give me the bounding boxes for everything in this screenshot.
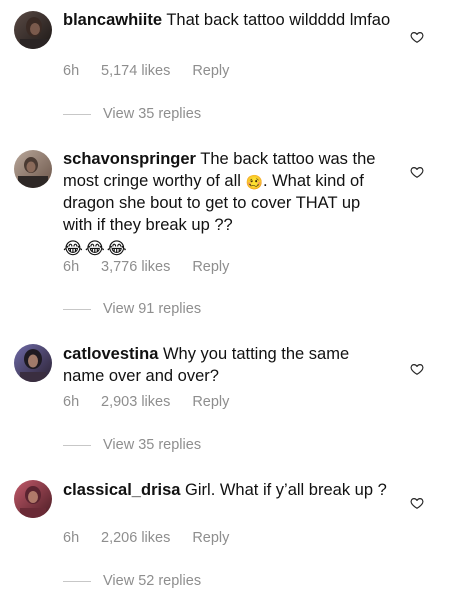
comment-time: 6h: [63, 530, 80, 546]
comment-meta: 6h 3,776 likes Reply: [63, 258, 229, 276]
laughing-emoji: 😂: [106, 239, 127, 258]
avatar[interactable]: [14, 480, 52, 518]
view-replies-button[interactable]: View 35 replies: [63, 436, 201, 454]
comment-likes[interactable]: 2,206 likes: [101, 529, 170, 547]
comment-meta: 6h 2,206 likes Reply: [63, 529, 229, 547]
comment-username[interactable]: classical_drisa: [63, 481, 180, 499]
laughing-emoji: 😂: [63, 239, 83, 258]
avatar[interactable]: [14, 344, 52, 382]
comment-time: 6h: [63, 394, 80, 410]
emoji-row: 😂 😂 😂: [63, 237, 393, 259]
heart-icon[interactable]: [410, 165, 424, 179]
reply-button[interactable]: Reply: [192, 62, 229, 80]
comment-body: That back tattoo wildddd lmfao: [166, 11, 391, 29]
comment-username[interactable]: catlovestina: [63, 345, 158, 363]
comment-body: Girl. What if y’all break up ?: [185, 481, 387, 499]
view-replies-label[interactable]: View 35 replies: [103, 106, 201, 122]
heart-icon[interactable]: [410, 362, 424, 376]
view-replies-button[interactable]: View 91 replies: [63, 300, 201, 318]
comment-username[interactable]: schavonspringer: [63, 150, 196, 168]
comment-text: blancawhiite That back tattoo wildddd lm…: [63, 9, 393, 31]
comment-username[interactable]: blancawhiite: [63, 11, 162, 29]
heart-icon[interactable]: [410, 496, 424, 510]
heart-icon[interactable]: [410, 30, 424, 44]
comment-meta: 6h 2,903 likes Reply: [63, 393, 229, 411]
view-replies-button[interactable]: View 35 replies: [63, 105, 201, 123]
comment-likes[interactable]: 3,776 likes: [101, 258, 170, 276]
replies-divider: [63, 444, 91, 446]
comment-text: catlovestina Why you tatting the same na…: [63, 343, 393, 387]
comment-likes[interactable]: 5,174 likes: [101, 62, 170, 80]
view-replies-label[interactable]: View 91 replies: [103, 301, 201, 317]
avatar[interactable]: [14, 11, 52, 49]
avatar[interactable]: [14, 150, 52, 188]
woozy-face-emoji: 🥴: [245, 174, 263, 190]
comment-text: classical_drisa Girl. What if y’all brea…: [63, 479, 393, 501]
view-replies-label[interactable]: View 52 replies: [103, 573, 201, 589]
comment-meta: 6h 5,174 likes Reply: [63, 62, 229, 80]
comment-likes[interactable]: 2,903 likes: [101, 393, 170, 411]
replies-divider: [63, 308, 91, 310]
replies-divider: [63, 580, 91, 582]
comment-text: schavonspringer The back tattoo was the …: [63, 148, 393, 259]
view-replies-button[interactable]: View 52 replies: [63, 572, 201, 590]
comment-time: 6h: [63, 63, 80, 79]
reply-button[interactable]: Reply: [192, 529, 229, 547]
comment-time: 6h: [63, 259, 80, 275]
replies-divider: [63, 113, 91, 115]
reply-button[interactable]: Reply: [192, 393, 229, 411]
reply-button[interactable]: Reply: [192, 258, 229, 276]
view-replies-label[interactable]: View 35 replies: [103, 437, 201, 453]
laughing-emoji: 😂: [84, 239, 105, 258]
